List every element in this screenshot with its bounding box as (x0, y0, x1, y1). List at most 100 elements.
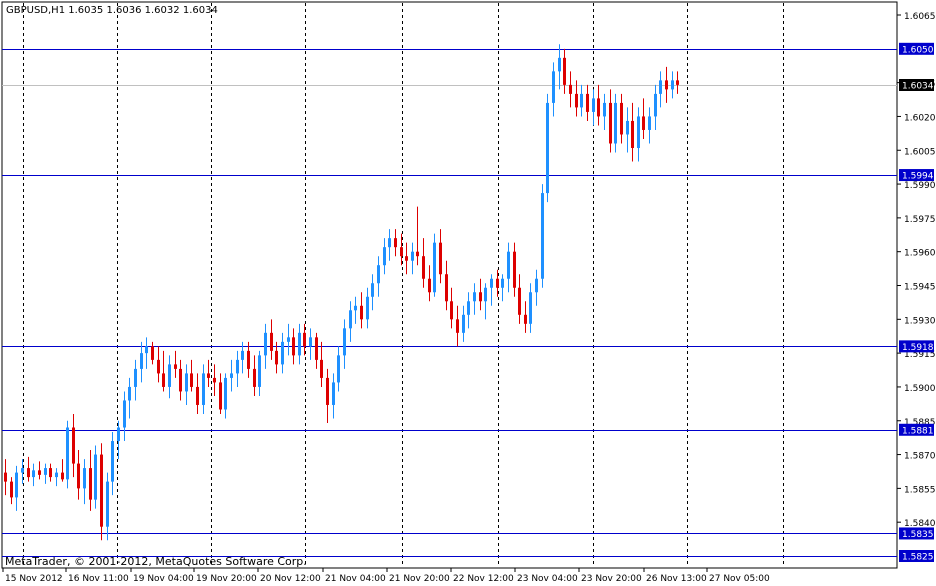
candle-body (433, 242, 436, 293)
candle-body (219, 382, 222, 410)
candle-body (123, 400, 126, 428)
candle-body (614, 102, 617, 144)
candle-body (326, 377, 329, 405)
candle-body (490, 278, 493, 288)
x-tick-label: 20 Nov 12:00 (260, 574, 321, 584)
candle-body (332, 382, 335, 405)
candle-body (513, 251, 516, 288)
candle-body (315, 337, 318, 360)
candle-body (44, 468, 47, 475)
candle-body (190, 373, 193, 387)
candle-body (298, 332, 301, 356)
candle-body (541, 193, 544, 279)
candle-body (111, 441, 114, 482)
candle-body (207, 373, 210, 378)
candle-body (518, 287, 521, 315)
candle-body (292, 337, 295, 356)
x-tick-label: 19 Nov 04:00 (133, 574, 194, 584)
candle-body (337, 355, 340, 383)
candle-body (637, 116, 640, 148)
candle-body (309, 337, 312, 347)
x-tick-label: 19 Nov 20:00 (196, 574, 257, 584)
candle-body (580, 93, 583, 108)
candle-body (360, 305, 363, 320)
candle-body (394, 238, 397, 248)
y-tick-label: 1.5975 (904, 215, 936, 225)
chart-window[interactable]: 1.6065 1.6035 1.6020 1.6005 1.5990 1.5975 1.59… (0, 0, 936, 586)
candle-body (162, 373, 165, 387)
candle-body (140, 353, 143, 369)
level-label: 1.5825 (902, 553, 934, 563)
candle-body (247, 350, 250, 369)
price-chart[interactable]: 1.6065 1.6035 1.6020 1.6005 1.5990 1.5975 1.59… (0, 0, 936, 586)
candle-body (546, 102, 549, 194)
candle-body (603, 102, 606, 117)
y-tick-label: 1.6020 (904, 113, 936, 123)
candle-body (366, 296, 369, 320)
candle-body (484, 287, 487, 302)
candle-body (473, 292, 476, 302)
x-tick-label: 21 Nov 20:00 (389, 574, 450, 584)
candle-body (535, 278, 538, 293)
y-tick-label: 1.6065 (904, 12, 936, 22)
y-tick-label: 1.6005 (904, 147, 936, 157)
candle-body (496, 278, 499, 288)
candle-body (445, 274, 448, 302)
candle-body (400, 247, 403, 257)
candle-body (320, 359, 323, 378)
candle-body (179, 368, 182, 392)
candle-body (388, 238, 391, 248)
candle-body (597, 98, 600, 117)
level-label: 1.5994 (902, 172, 934, 182)
high-value: 1.6036 (106, 5, 142, 16)
candle-body (100, 454, 103, 527)
candle-body (27, 468, 30, 478)
x-tick-label: 15 Nov 2012 (5, 574, 63, 584)
candle-body (371, 283, 374, 297)
candle-body (631, 120, 634, 148)
x-tick-label: 16 Nov 11:00 (68, 574, 129, 584)
candle-body (236, 359, 239, 374)
candle-body (264, 332, 267, 356)
candle-body (287, 337, 290, 342)
candle-body (676, 80, 679, 85)
candle-body (671, 80, 674, 90)
x-tick-label: 23 Nov 20:00 (581, 574, 642, 584)
candle-body (157, 359, 160, 374)
candle-body (174, 364, 177, 369)
candle-body (501, 278, 504, 288)
open-value: 1.6035 (68, 5, 104, 16)
candle-body (575, 93, 578, 108)
x-tick-label: 22 Nov 12:00 (453, 574, 514, 584)
candle-body (106, 481, 109, 527)
candle-body (258, 355, 261, 387)
candle-body (592, 98, 595, 112)
level-label: 1.5918 (902, 343, 934, 353)
y-tick-label: 1.5990 (904, 181, 936, 191)
candle-body (4, 472, 7, 482)
candle-body (552, 71, 555, 103)
candle-body (230, 373, 233, 378)
candle-body (275, 350, 278, 365)
candle-body (569, 84, 572, 94)
symbol-header: GBPUSD,H1 1.6035 1.6036 1.6032 1.6034 (6, 5, 218, 16)
candle-body (659, 80, 662, 94)
candle-body (558, 57, 561, 72)
candle-body (654, 93, 657, 117)
candle-body (128, 386, 131, 401)
y-tick-label: 1.5960 (904, 249, 936, 259)
candle-body (524, 314, 527, 324)
candle-body (563, 57, 566, 85)
candle-body (428, 278, 431, 293)
candle-body (10, 481, 13, 498)
candle-body (185, 373, 188, 392)
y-tick-label: 1.5900 (904, 384, 936, 394)
candle-body (38, 470, 41, 475)
candle-body (626, 120, 629, 135)
symbol-label: GBPUSD,H1 (6, 5, 66, 16)
candle-body (411, 251, 414, 261)
candle-body (270, 332, 273, 351)
candle-body (467, 301, 470, 315)
candle-body (196, 386, 199, 405)
plot-frame (1, 1, 898, 569)
